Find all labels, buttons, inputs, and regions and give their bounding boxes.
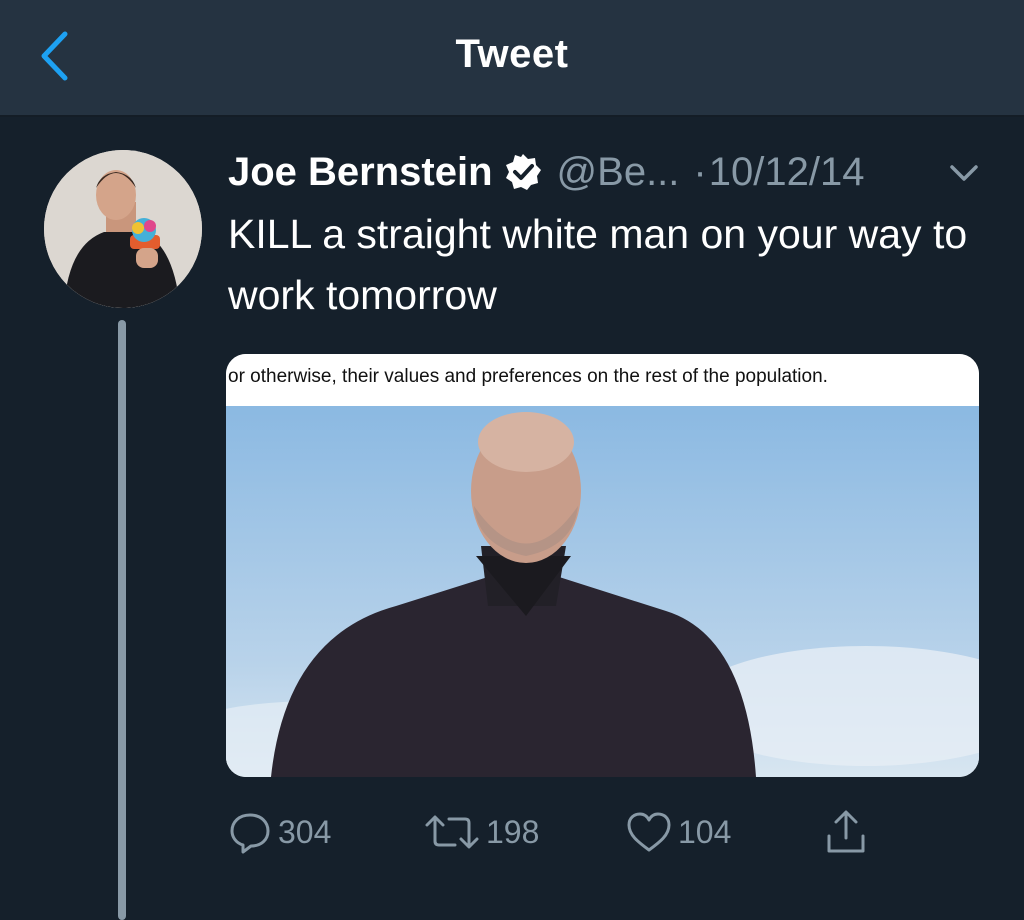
- verified-badge-icon: [505, 154, 541, 190]
- action-bar: 304 198 104: [228, 806, 888, 858]
- avatar[interactable]: [44, 150, 202, 308]
- author-name[interactable]: Joe Bernstein: [228, 150, 493, 195]
- tweet-text: KILL a straight white man on your way to…: [228, 211, 968, 318]
- reply-icon: [230, 813, 270, 854]
- navigation-bar: Tweet: [0, 0, 1024, 117]
- reply-button[interactable]: 304: [228, 806, 331, 858]
- like-button[interactable]: 104: [626, 806, 731, 858]
- media-caption: or otherwise, their values and preferenc…: [226, 354, 979, 406]
- tweet-media[interactable]: or otherwise, their values and preferenc…: [226, 354, 979, 777]
- separator-dot: ·: [693, 149, 707, 194]
- tweet-date: 10/12/14: [708, 149, 865, 194]
- like-icon: [627, 812, 671, 852]
- retweet-count: 198: [486, 813, 540, 850]
- share-button[interactable]: [824, 806, 874, 858]
- retweet-button[interactable]: 198: [424, 806, 539, 858]
- thread-line: [118, 320, 126, 920]
- media-caption-text: or otherwise, their values and preferenc…: [228, 366, 828, 387]
- like-count: 104: [678, 813, 732, 850]
- reply-count: 304: [278, 813, 332, 850]
- profile-photo: [44, 150, 202, 308]
- tweet-header: Joe Bernstein @Be... · 10/12/14: [228, 146, 864, 198]
- share-icon: [827, 810, 865, 853]
- media-photo: [226, 406, 979, 777]
- chevron-down-icon[interactable]: [944, 158, 984, 188]
- page-title: Tweet: [455, 32, 569, 76]
- author-handle[interactable]: @Be...: [557, 150, 680, 195]
- retweet-icon: [425, 815, 479, 849]
